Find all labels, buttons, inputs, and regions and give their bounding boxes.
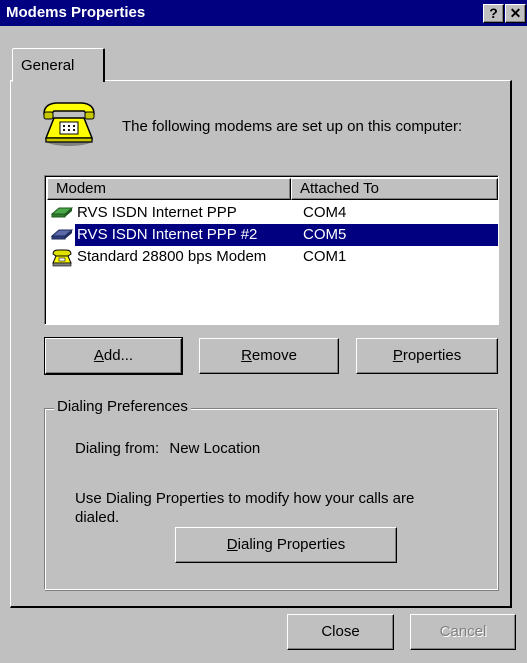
modem-icon [51,249,73,274]
dialing-properties-label: ialing Properties [237,536,346,553]
list-item[interactable]: Standard 28800 bps Modem COM1 [47,246,498,268]
modem-name: RVS ISDN Internet PPP #2 [77,226,258,243]
remove-button-label: emove [251,347,297,364]
list-item-selected[interactable]: RVS ISDN Internet PPP #2 COM5 [47,224,498,246]
title-bar[interactable]: Modems Properties ? ✕ [0,0,527,26]
dialing-preferences-legend: Dialing Preferences [54,398,191,415]
remove-button-mnemonic: R [241,347,252,364]
close-button[interactable]: Close [287,614,394,650]
modem-port: COM1 [303,248,347,265]
cancel-button-label: Cancel [439,623,487,640]
dialing-properties-mnemonic: D [226,536,238,553]
dialing-info-text: Use Dialing Properties to modify how you… [75,489,485,527]
add-button[interactable]: Add... [44,337,183,375]
telephone-icon [40,98,98,152]
remove-button[interactable]: Remove [199,338,339,374]
properties-button[interactable]: Properties [356,338,498,374]
properties-button-mnemonic: P [392,347,403,364]
tab-general[interactable]: General [12,48,105,82]
intro-text: The following modems are set up on this … [122,118,463,135]
modem-name: Standard 28800 bps Modem [77,248,267,265]
close-window-button[interactable]: ✕ [505,4,526,23]
close-icon: ✕ [509,5,522,21]
dialing-from-label: Dialing from: [75,440,160,457]
dialing-info-line-1: Use Dialing Properties to modify how you… [75,490,415,507]
tab-general-label: General [21,57,75,74]
modem-port: COM5 [303,226,347,243]
add-button-mnemonic: A [93,347,104,364]
dialing-from-row: Dialing from: New Location [75,440,260,457]
dialing-from-value: New Location [169,440,261,457]
modem-port: COM4 [303,204,347,221]
modem-list[interactable]: Modem Attached To RVS ISDN Internet PPP … [44,175,499,325]
properties-button-label: roperties [402,347,462,364]
dialing-info-line-2: dialed. [75,509,120,526]
column-header-modem[interactable]: Modem [47,178,291,200]
modem-name: RVS ISDN Internet PPP [77,204,237,221]
cancel-button[interactable]: Cancel [410,614,516,650]
column-header-attached-to[interactable]: Attached To [291,178,498,200]
dialing-properties-button[interactable]: Dialing Properties [175,527,397,563]
list-item[interactable]: RVS ISDN Internet PPP COM4 [47,202,498,224]
add-button-label: dd... [103,347,134,364]
window-title: Modems Properties [6,4,146,21]
help-button[interactable]: ? [483,4,504,23]
